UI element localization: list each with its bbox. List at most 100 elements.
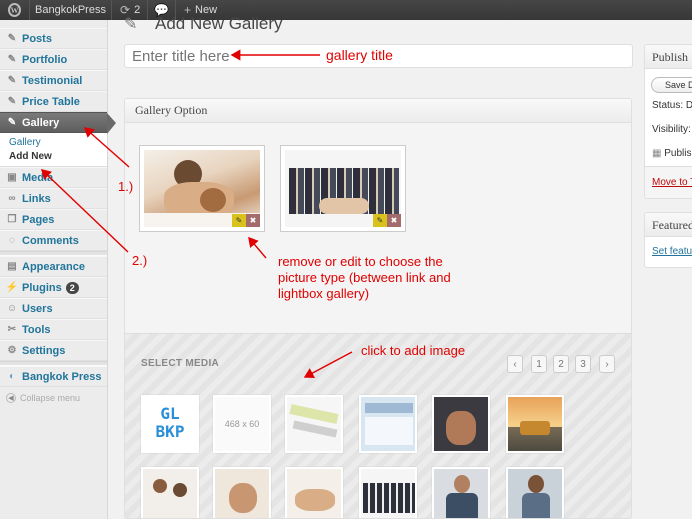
pagination-page-2[interactable]: 2: [553, 355, 569, 373]
edit-pencil-icon[interactable]: ✎: [232, 214, 246, 227]
users-icon: ☺: [6, 303, 18, 314]
sidebar-item-label: Appearance: [22, 260, 85, 273]
site-name-label: BangkokPress: [35, 4, 106, 16]
gallery-image-tools: ✎ ✖: [232, 214, 260, 227]
sidebar-item-label: Settings: [22, 344, 66, 357]
sidebar-item-label: Portfolio: [22, 53, 68, 66]
sidebar-item-label: Tools: [22, 323, 51, 336]
sidebar-item-label: Gallery: [22, 116, 60, 129]
pin-icon: ✎: [7, 75, 17, 86]
sidebar-item-plugins[interactable]: ⚡ Plugins 2: [0, 277, 107, 298]
annotation-gallery-title: gallery title: [326, 47, 393, 63]
annotation-remove-edit-line: remove or edit to choose the: [278, 254, 443, 269]
plugin-icon: ⚡: [5, 282, 19, 293]
annotation-remove-edit-line: lightbox gallery): [278, 286, 370, 301]
settings-icon: ⚙: [7, 345, 17, 356]
edit-pencil-icon[interactable]: ✎: [373, 214, 387, 227]
sidebar-item-tools[interactable]: ✂ Tools: [0, 319, 107, 340]
sidebar-item-media[interactable]: ▣ Media: [0, 167, 107, 188]
visibility-label: Visibility:: [652, 124, 691, 135]
sidebar-item-appearance[interactable]: ▤ Appearance: [0, 256, 107, 277]
select-media-title: SELECT MEDIA: [141, 358, 220, 369]
appearance-icon: ▤: [7, 261, 17, 272]
media-logo-text: GL BKP: [155, 404, 185, 441]
theme-icon: ◐: [8, 371, 16, 382]
sidebar-item-label: Posts: [22, 32, 52, 45]
media-thumb-photo-hug[interactable]: [213, 467, 271, 518]
sidebar-item-label: Pages: [22, 213, 55, 226]
link-icon: ∞: [8, 193, 16, 204]
featured-box-title: Featured: [645, 213, 692, 237]
sidebar-item-portfolio[interactable]: ✎ Portfolio: [0, 49, 107, 70]
page-title-row: ✎ Add New Gallery: [124, 14, 283, 34]
sidebar-item-links[interactable]: ∞ Links: [0, 188, 107, 209]
publish-schedule-row: ▦ Publish: [652, 148, 692, 159]
publish-schedule-label: Publish: [664, 148, 692, 159]
media-thumb-logo[interactable]: GL BKP: [141, 395, 199, 453]
pagination-next-button[interactable]: ›: [599, 355, 615, 373]
pin-icon: ✎: [7, 96, 17, 107]
media-thumb-photo-woman[interactable]: [506, 467, 564, 518]
sidebar-item-users[interactable]: ☺ Users: [0, 298, 107, 319]
collapse-menu-button[interactable]: ◀ Collapse menu: [0, 387, 107, 408]
media-thumb-photo-couple-dark[interactable]: [432, 395, 490, 453]
pagination-prev-button[interactable]: ‹: [507, 355, 523, 373]
media-thumb-photo-bus[interactable]: [506, 395, 564, 453]
media-icon: ▣: [7, 172, 17, 183]
tools-icon: ✂: [7, 324, 17, 335]
plugins-update-badge: 2: [65, 281, 79, 294]
set-featured-image-link[interactable]: Set featur: [652, 246, 692, 257]
media-thumb-photo-group[interactable]: [141, 467, 199, 518]
media-thumb-photo-man[interactable]: [432, 467, 490, 518]
annotation-step-1: 1.): [118, 179, 134, 194]
sidebar-item-pages[interactable]: ❐ Pages: [0, 209, 107, 230]
gallery-box-header: Gallery Option: [125, 99, 631, 123]
delete-trash-icon[interactable]: ✖: [246, 214, 260, 227]
media-thumb-photo-business[interactable]: [359, 467, 417, 518]
annotation-step-2: 2.): [132, 253, 148, 268]
gallery-image-tools: ✎ ✖: [373, 214, 401, 227]
media-thumb-screenshot[interactable]: [285, 395, 343, 453]
sidebar-item-gallery[interactable]: ✎ Gallery: [0, 112, 116, 134]
sidebar-item-testimonial[interactable]: ✎ Testimonial: [0, 70, 107, 91]
wordpress-icon: W: [8, 3, 21, 17]
media-thumb-website[interactable]: [359, 395, 417, 453]
media-placeholder-text: 468 x 60: [224, 419, 260, 429]
calendar-icon: ▦: [652, 148, 662, 159]
sidebar-item-label: Users: [22, 302, 53, 315]
admin-sidebar: ✎ Posts ✎ Portfolio ✎ Testimonial ✎ Price Ta…: [0, 20, 116, 519]
sidebar-item-bangkok-press[interactable]: ◐ Bangkok Press: [0, 366, 107, 387]
page-title: Add New Gallery: [155, 14, 283, 33]
gallery-image-1[interactable]: ✎ ✖: [139, 145, 265, 232]
featured-image-box: Featured Set featur: [644, 212, 692, 268]
sidebar-item-label: Bangkok Press: [22, 370, 102, 383]
collapse-menu-label: Collapse menu: [20, 392, 81, 403]
save-draft-button[interactable]: Save Draft: [651, 77, 692, 93]
sidebar-item-comments[interactable]: ◌ Comments: [0, 230, 107, 251]
gallery-submenu: Gallery Add New: [0, 133, 107, 167]
annotation-remove-edit: remove or edit to choose the picture typ…: [278, 254, 451, 302]
sidebar-item-price-table[interactable]: ✎ Price Table: [0, 91, 107, 112]
delete-trash-icon[interactable]: ✖: [387, 214, 401, 227]
media-thumb-photo-couple[interactable]: [285, 467, 343, 518]
sidebar-item-settings[interactable]: ⚙ Settings: [0, 340, 107, 361]
submenu-gallery-link[interactable]: Gallery: [9, 136, 107, 150]
wordpress-logo-button[interactable]: W: [0, 0, 30, 20]
page-icon: ❐: [7, 214, 17, 225]
site-name-link[interactable]: BangkokPress: [30, 0, 112, 20]
publish-box-title: Publish: [645, 45, 692, 69]
pagination-page-1[interactable]: 1: [531, 355, 547, 373]
pin-icon: ✎: [7, 33, 17, 44]
move-to-trash-link[interactable]: Move to T: [652, 177, 692, 188]
sidebar-item-label: Plugins: [22, 281, 62, 294]
collapse-arrow-icon: ◀: [6, 392, 16, 403]
media-thumb-placeholder[interactable]: 468 x 60: [213, 395, 271, 453]
pagination-page-3[interactable]: 3: [575, 355, 591, 373]
status-label: Status: D: [652, 100, 692, 111]
submenu-add-new-link[interactable]: Add New: [9, 150, 107, 164]
sidebar-item-label: Comments: [22, 234, 79, 247]
gallery-image-2[interactable]: ✎ ✖: [280, 145, 406, 232]
sidebar-item-label: Media: [22, 171, 54, 184]
sidebar-item-posts[interactable]: ✎ Posts: [0, 28, 107, 49]
annotation-remove-edit-line: picture type (between link and: [278, 270, 451, 285]
